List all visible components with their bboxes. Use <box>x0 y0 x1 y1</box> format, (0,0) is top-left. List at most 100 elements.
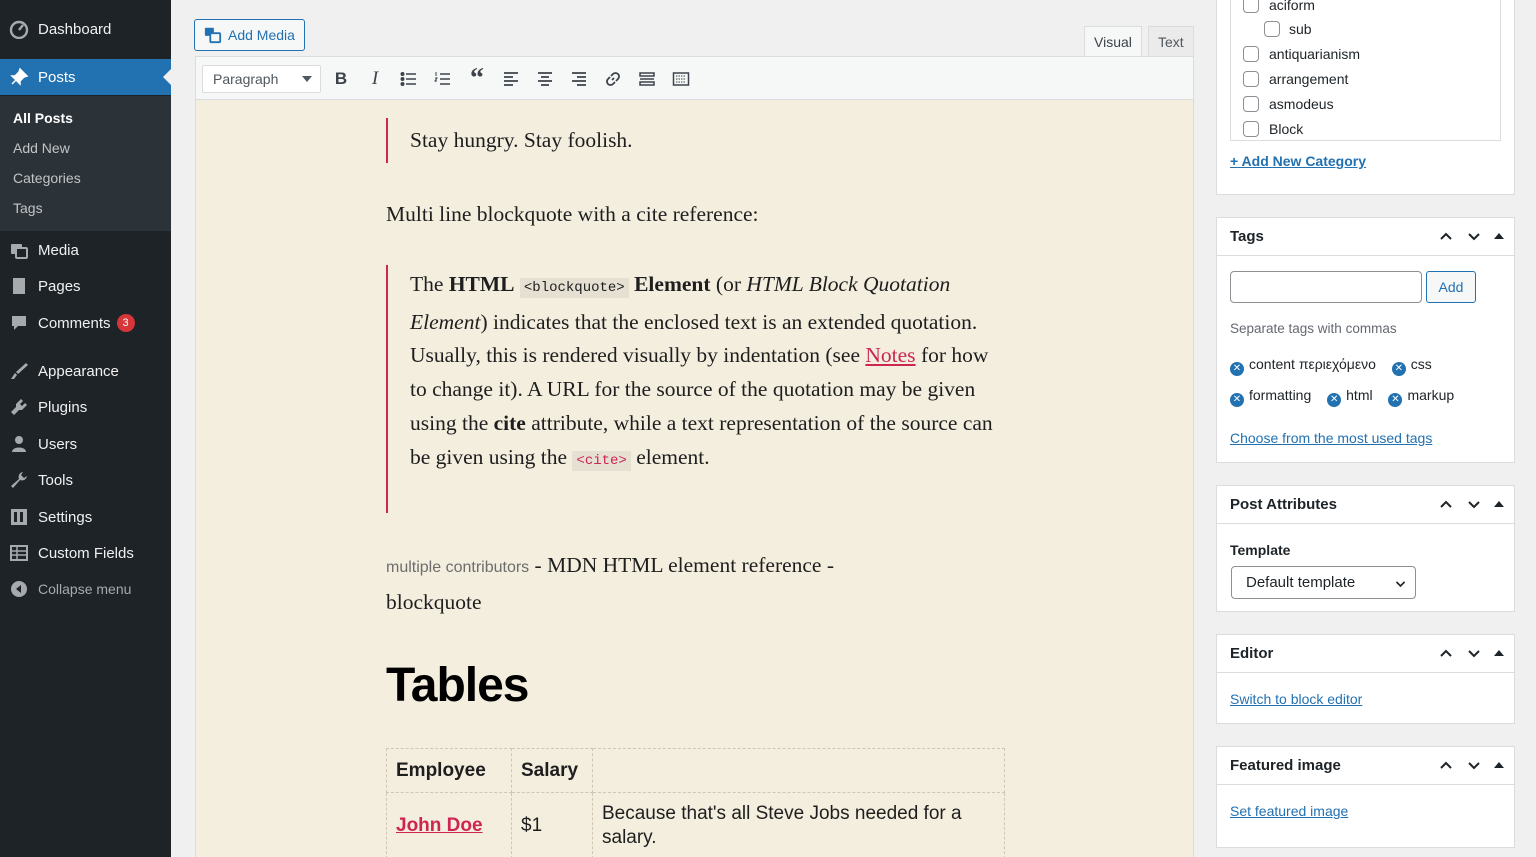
toggle-panel-icon[interactable] <box>1494 496 1504 507</box>
category-checkbox[interactable] <box>1243 121 1259 137</box>
chevron-down-icon[interactable] <box>1466 228 1482 244</box>
tag-list: ✕ formatting ✕ html ✕ markup <box>1230 387 1466 407</box>
format-select-value: Paragraph <box>213 71 279 87</box>
chevron-down-icon[interactable] <box>1466 645 1482 661</box>
remove-tag-icon[interactable]: ✕ <box>1230 361 1244 376</box>
tags-box: Tags Add Separate tags with commas ✕ cont… <box>1216 217 1515 463</box>
blockquote-short: Stay hungry. Stay foolish. <box>386 118 633 163</box>
bq-bold: HTML <box>448 272 515 296</box>
employee-link[interactable]: John Doe <box>396 815 483 836</box>
tab-text[interactable]: Text <box>1148 26 1194 57</box>
chevron-up-icon[interactable] <box>1438 496 1454 512</box>
table-header-row: Employee Salary <box>386 748 1005 793</box>
tags-box-header: Tags <box>1217 218 1514 256</box>
submenu-categories[interactable]: Categories <box>13 170 81 186</box>
menu-dashboard[interactable]: Dashboard <box>0 11 171 47</box>
category-checklist: aciform sub antiquarianism arrangement a… <box>1230 0 1501 141</box>
menu-appearance-label: Appearance <box>38 362 119 380</box>
most-used-tags-link[interactable]: Choose from the most used tags <box>1230 430 1432 446</box>
menu-posts[interactable]: Posts <box>0 59 171 95</box>
featured-image-box: Featured image Set featured image <box>1216 746 1515 848</box>
toggle-panel-icon[interactable] <box>1494 757 1504 768</box>
category-label: asmodeus <box>1269 96 1334 112</box>
tags-hint: Separate tags with commas <box>1230 321 1397 336</box>
blockquote-button[interactable]: “ <box>464 63 490 94</box>
category-label: sub <box>1289 21 1312 37</box>
toolbar-toggle-icon[interactable] <box>668 67 694 91</box>
submenu-all-posts[interactable]: All Posts <box>13 110 73 126</box>
chevron-up-icon[interactable] <box>1438 757 1454 773</box>
collapse-icon <box>0 579 38 599</box>
tags-box-title: Tags <box>1230 228 1264 245</box>
editor-content[interactable]: Stay hungry. Stay foolish. Multi line bl… <box>195 100 1194 857</box>
set-featured-image-link[interactable]: Set featured image <box>1230 803 1348 819</box>
editor-box-title: Editor <box>1230 645 1274 662</box>
tag-item: ✕ css <box>1391 356 1432 376</box>
menu-plugins[interactable]: Plugins <box>0 389 171 425</box>
menu-users[interactable]: Users <box>0 426 171 462</box>
category-checkbox[interactable] <box>1243 46 1259 62</box>
categories-box: aciform sub antiquarianism arrangement a… <box>1216 0 1515 195</box>
menu-dashboard-label: Dashboard <box>38 20 112 38</box>
menu-custom-fields[interactable]: Custom Fields <box>0 535 171 571</box>
toggle-panel-icon[interactable] <box>1494 228 1504 239</box>
new-tag-input[interactable] <box>1230 271 1422 303</box>
featured-image-title: Featured image <box>1230 757 1341 774</box>
category-checkbox[interactable] <box>1243 0 1259 13</box>
add-new-category-link[interactable]: + Add New Category <box>1230 153 1366 169</box>
remove-tag-icon[interactable]: ✕ <box>1391 361 1406 376</box>
media-icon <box>0 240 38 260</box>
menu-appearance[interactable]: Appearance <box>0 353 171 389</box>
chevron-down-icon <box>302 76 312 87</box>
wrench-icon <box>0 470 38 490</box>
chevron-up-icon[interactable] <box>1438 645 1454 661</box>
italic-button[interactable]: I <box>362 67 388 91</box>
menu-pages[interactable]: Pages <box>0 268 171 304</box>
add-tag-button[interactable]: Add <box>1426 271 1476 303</box>
remove-tag-icon[interactable]: ✕ <box>1388 392 1403 407</box>
align-right-button[interactable] <box>566 67 592 91</box>
table-cell: John Doe <box>386 792 512 857</box>
post-attributes-box: Post Attributes Template Default templat… <box>1216 485 1515 612</box>
read-more-icon[interactable] <box>634 67 660 91</box>
toggle-panel-icon[interactable] <box>1494 645 1504 656</box>
dashboard-icon <box>0 19 38 39</box>
menu-tools[interactable]: Tools <box>0 462 171 498</box>
menu-settings[interactable]: Settings <box>0 499 171 535</box>
numbered-list-button[interactable] <box>430 67 456 91</box>
editor-box: Editor Switch to block editor <box>1216 634 1515 724</box>
category-label: antiquarianism <box>1269 46 1361 62</box>
remove-tag-icon[interactable]: ✕ <box>1230 392 1244 407</box>
category-checkbox[interactable] <box>1243 71 1259 87</box>
post-attributes-header: Post Attributes <box>1217 486 1514 524</box>
add-media-button[interactable]: Add Media <box>194 19 305 51</box>
menu-comments[interactable]: Comments 3 <box>0 305 171 341</box>
tag-label: markup <box>1407 387 1455 403</box>
bold-button[interactable]: B <box>328 67 354 91</box>
category-checkbox[interactable] <box>1243 96 1259 112</box>
submenu-tags[interactable]: Tags <box>13 200 43 216</box>
bq-bold: cite <box>493 410 526 435</box>
align-center-button[interactable] <box>532 67 558 91</box>
tab-visual[interactable]: Visual <box>1084 26 1142 57</box>
collapse-menu-button[interactable]: Collapse menu <box>0 571 171 607</box>
notes-link[interactable]: Notes <box>865 343 915 367</box>
chevron-down-icon[interactable] <box>1466 757 1482 773</box>
format-select[interactable]: Paragraph <box>202 65 321 93</box>
menu-tools-label: Tools <box>38 471 74 489</box>
tag-item: ✕ markup <box>1388 387 1455 407</box>
link-icon[interactable] <box>600 67 626 91</box>
chevron-down-icon[interactable] <box>1466 496 1482 512</box>
submenu-add-new[interactable]: Add New <box>13 140 70 156</box>
menu-media[interactable]: Media <box>0 232 171 268</box>
menu-users-label: Users <box>38 435 78 453</box>
menu-comments-label: Comments <box>38 314 111 332</box>
template-select[interactable]: Default template <box>1231 566 1416 599</box>
switch-to-block-editor-link[interactable]: Switch to block editor <box>1230 691 1362 707</box>
remove-tag-icon[interactable]: ✕ <box>1327 392 1342 407</box>
chevron-up-icon[interactable] <box>1438 228 1454 244</box>
table-cell: $1 <box>511 792 593 857</box>
align-left-button[interactable] <box>498 67 524 91</box>
bullet-list-button[interactable] <box>396 67 422 91</box>
category-checkbox[interactable] <box>1264 21 1280 37</box>
